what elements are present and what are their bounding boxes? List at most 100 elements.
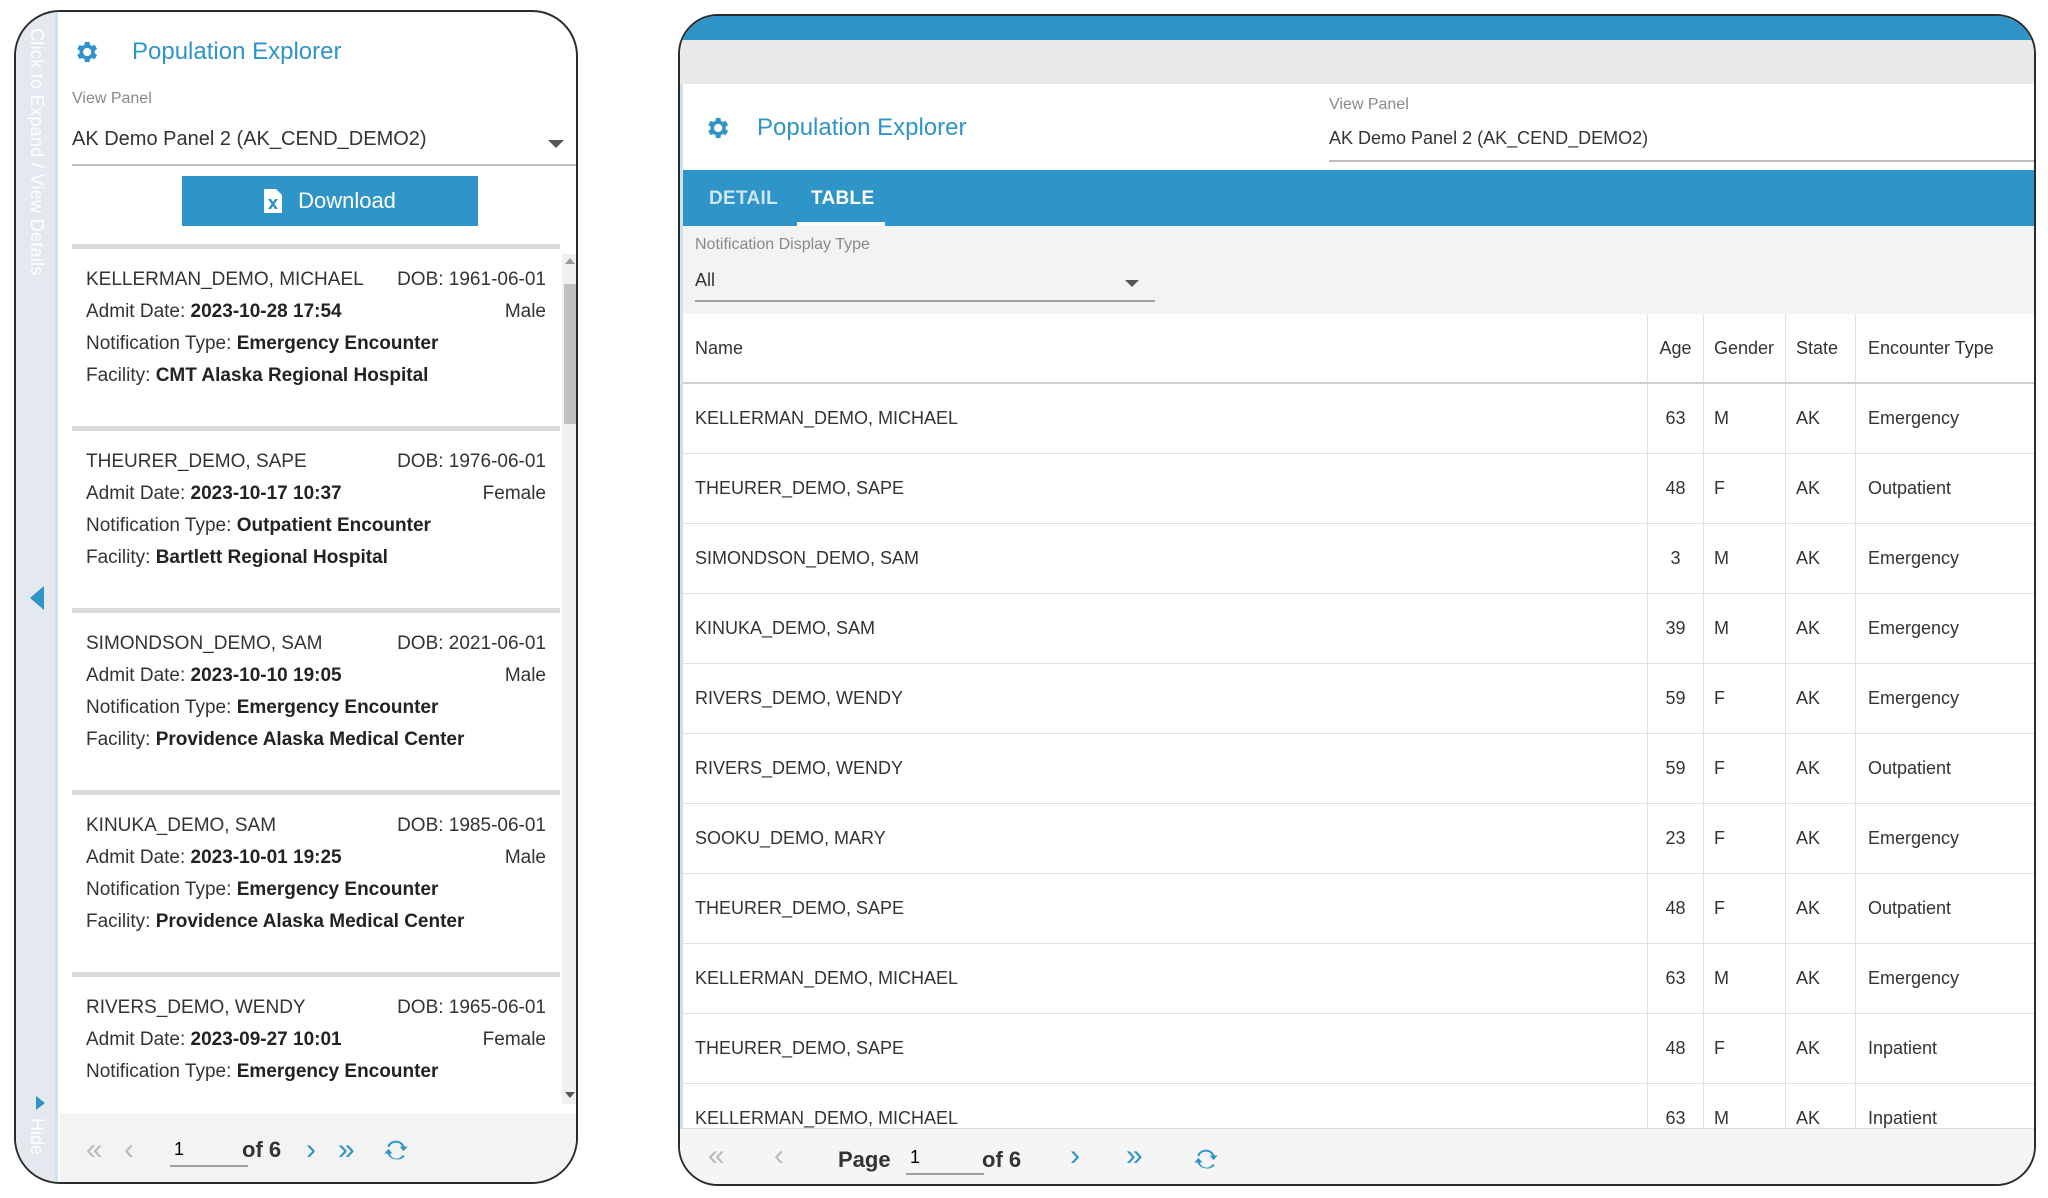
cell-state: AK: [1785, 874, 1855, 943]
cell-gender: F: [1703, 734, 1785, 803]
notification-card[interactable]: KELLERMAN_DEMO, MICHAEL DOB: 1961-06-01 …: [72, 244, 560, 426]
tab-table[interactable]: TABLE: [811, 188, 874, 210]
gear-icon[interactable]: [703, 114, 731, 142]
tab-bar: DETAIL TABLE: [680, 170, 2034, 226]
download-button[interactable]: Download: [182, 176, 478, 226]
next-page-icon[interactable]: ›: [306, 1135, 316, 1165]
notification-card[interactable]: THEURER_DEMO, SAPE DOB: 1976-06-01 Admit…: [72, 426, 560, 608]
last-page-icon[interactable]: »: [1126, 1141, 1143, 1171]
card-gender: Male: [504, 301, 546, 322]
card-gender: Male: [504, 847, 546, 868]
card-list-scrollbar[interactable]: [562, 254, 576, 1104]
cell-encounter-type: Emergency: [1855, 664, 2034, 733]
page-number-input[interactable]: [906, 1141, 984, 1175]
cell-encounter-type: Outpatient: [1855, 454, 2034, 523]
card-facility: Facility: Bartlett Regional Hospital: [86, 547, 388, 568]
cell-name: SOOKU_DEMO, MARY: [695, 828, 886, 848]
card-dob: DOB: 2021-06-01: [397, 633, 546, 654]
expand-strip-label[interactable]: Click to Expand / View Details: [26, 28, 47, 276]
top-bar-gap: [680, 40, 2034, 84]
left-pager: « ‹ of 6 › »: [60, 1114, 576, 1182]
last-page-icon[interactable]: »: [338, 1135, 355, 1165]
page-title: Population Explorer: [132, 38, 342, 65]
table-row[interactable]: KINUKA_DEMO, SAM 39 M AK Emergency: [683, 594, 2034, 664]
next-page-icon[interactable]: ›: [1070, 1141, 1080, 1171]
card-notification: Notification Type: Emergency Encounter: [86, 879, 439, 900]
cell-encounter-type: Emergency: [1855, 594, 2034, 663]
gear-icon[interactable]: [72, 38, 100, 66]
cell-age: 63: [1647, 384, 1703, 453]
table-row[interactable]: KELLERMAN_DEMO, MICHAEL 63 M AK Emergency: [683, 944, 2034, 1014]
cell-name: KINUKA_DEMO, SAM: [695, 618, 876, 638]
notification-card[interactable]: RIVERS_DEMO, WENDY DOB: 1965-06-01 Admit…: [72, 972, 560, 1100]
collapse-arrow-icon[interactable]: [30, 586, 44, 610]
table-row[interactable]: SIMONDSON_DEMO, SAM 3 M AK Emergency: [683, 524, 2034, 594]
table-row[interactable]: KELLERMAN_DEMO, MICHAEL 63 M AK Emergency: [683, 384, 2034, 454]
table-row[interactable]: SOOKU_DEMO, MARY 23 F AK Emergency: [683, 804, 2034, 874]
cell-age: 48: [1647, 1014, 1703, 1083]
view-panel-select[interactable]: AK Demo Panel 2 (AK_CEND_DEMO2): [1329, 118, 2034, 162]
view-panel-select[interactable]: AK Demo Panel 2 (AK_CEND_DEMO2): [72, 120, 576, 166]
download-label: Download: [298, 188, 396, 213]
cell-gender: F: [1703, 664, 1785, 733]
chevron-down-icon: [1125, 280, 1139, 287]
cell-age: 48: [1647, 874, 1703, 943]
table-row[interactable]: THEURER_DEMO, SAPE 48 F AK Outpatient: [683, 454, 2034, 524]
page-title: Population Explorer: [757, 114, 967, 141]
table-row[interactable]: RIVERS_DEMO, WENDY 59 F AK Emergency: [683, 664, 2034, 734]
column-header-encounter-type[interactable]: Encounter Type: [1855, 314, 2034, 382]
refresh-icon[interactable]: [382, 1136, 410, 1164]
card-admit: Admit Date: 2023-10-17 10:37: [86, 483, 342, 504]
cell-state: AK: [1785, 664, 1855, 733]
cell-encounter-type: Inpatient: [1855, 1014, 2034, 1083]
table-header-row: Name Age Gender State Encounter Type: [683, 314, 2034, 384]
scroll-thumb[interactable]: [564, 284, 576, 424]
first-page-icon[interactable]: «: [86, 1135, 103, 1165]
notification-card[interactable]: SIMONDSON_DEMO, SAM DOB: 2021-06-01 Admi…: [72, 608, 560, 790]
card-dob: DOB: 1985-06-01: [397, 815, 546, 836]
notification-type-label: Notification Display Type: [695, 236, 870, 253]
card-notification: Notification Type: Emergency Encounter: [86, 1061, 439, 1082]
cell-gender: M: [1703, 524, 1785, 593]
card-notification: Notification Type: Emergency Encounter: [86, 697, 439, 718]
cell-encounter-type: Outpatient: [1855, 874, 2034, 943]
cell-name: THEURER_DEMO, SAPE: [695, 478, 905, 498]
notification-card[interactable]: KINUKA_DEMO, SAM DOB: 1985-06-01 Admit D…: [72, 790, 560, 972]
hide-label[interactable]: Hide: [26, 1118, 47, 1155]
cell-state: AK: [1785, 804, 1855, 873]
cell-gender: F: [1703, 804, 1785, 873]
first-page-icon[interactable]: «: [708, 1141, 725, 1171]
page-count: of 6: [242, 1137, 282, 1162]
cell-age: 63: [1647, 944, 1703, 1013]
table-row[interactable]: RIVERS_DEMO, WENDY 59 F AK Outpatient: [683, 734, 2034, 804]
notification-type-select[interactable]: All: [695, 260, 1155, 302]
cell-encounter-type: Emergency: [1855, 524, 2034, 593]
column-header-state[interactable]: State: [1785, 314, 1855, 382]
tab-detail[interactable]: DETAIL: [709, 188, 778, 210]
cell-age: 59: [1647, 664, 1703, 733]
cell-state: AK: [1785, 454, 1855, 523]
right-pager: « ‹ Page of 6 › »: [680, 1128, 2034, 1184]
table-row[interactable]: THEURER_DEMO, SAPE 48 F AK Inpatient: [683, 1014, 2034, 1084]
cell-age: 39: [1647, 594, 1703, 663]
prev-page-icon[interactable]: ‹: [124, 1135, 134, 1165]
cell-gender: F: [1703, 874, 1785, 943]
left-panel: Click to Expand / View Details Hide Popu…: [14, 10, 578, 1184]
column-header-gender[interactable]: Gender: [1703, 314, 1785, 382]
table-row[interactable]: THEURER_DEMO, SAPE 48 F AK Outpatient: [683, 874, 2034, 944]
page-label: Page: [838, 1147, 891, 1172]
card-admit: Admit Date: 2023-10-28 17:54: [86, 301, 342, 322]
cell-encounter-type: Emergency: [1855, 804, 2034, 873]
cell-gender: M: [1703, 944, 1785, 1013]
expand-strip[interactable]: Click to Expand / View Details Hide: [16, 12, 58, 1182]
chevron-down-icon: [548, 140, 564, 148]
column-header-age[interactable]: Age: [1647, 314, 1703, 382]
hide-arrow-icon[interactable]: [36, 1096, 45, 1110]
column-header-name[interactable]: Name: [695, 314, 1645, 382]
refresh-icon[interactable]: [1192, 1145, 1220, 1173]
prev-page-icon[interactable]: ‹: [774, 1141, 784, 1171]
scroll-up-icon[interactable]: [565, 258, 575, 264]
scroll-down-icon[interactable]: [565, 1092, 575, 1098]
page-number-input[interactable]: [170, 1133, 248, 1167]
cell-name: RIVERS_DEMO, WENDY: [695, 758, 904, 778]
